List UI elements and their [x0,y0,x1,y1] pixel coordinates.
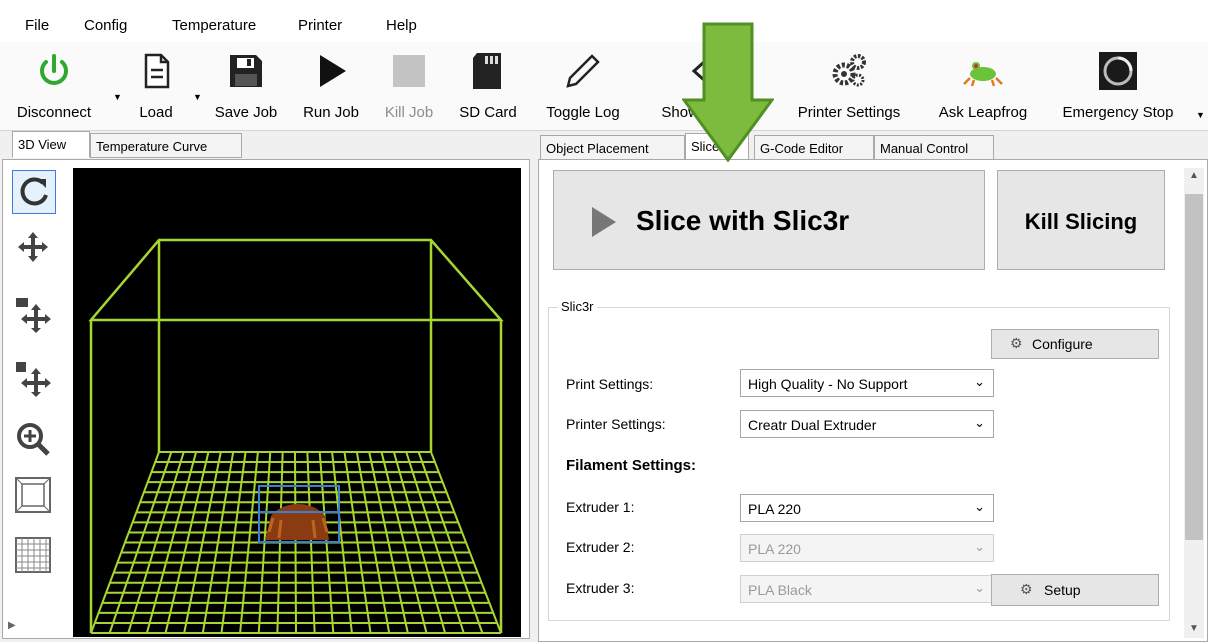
chevron-down-icon: ⌄ [974,374,985,389]
printer-settings-label: Printer Settings: [566,416,666,432]
extruder-1-select[interactable]: PLA 220 ⌄ [740,494,994,522]
disconnect-button[interactable]: Disconnect [4,42,104,130]
tab-3d-view[interactable]: 3D View [12,131,90,158]
scroll-down-icon[interactable]: ▼ [1184,623,1204,634]
move-arrows-icon [18,232,48,262]
menu-temperature[interactable]: Temperature [172,17,256,34]
toolbar: Disconnect ▼ Load ▼ Save Job Run Job Kil… [0,42,1208,131]
menu-config[interactable]: Config [84,17,127,34]
stop-icon [393,55,425,87]
play-icon [320,55,346,87]
zoom-in-icon [17,423,50,456]
load-button[interactable]: Load [120,42,192,130]
gears-icon: ⚙ [1020,581,1033,597]
printer-settings-select[interactable]: Creatr Dual Extruder ⌄ [740,410,994,438]
left-scroll-arrow-icon[interactable]: ▶ [8,620,16,631]
floppy-disk-icon [230,55,262,87]
sd-card-icon [473,53,501,89]
rotate-icon [20,177,48,206]
emergency-stop-button[interactable]: Emergency Stop [1048,42,1188,130]
scrollbar-thumb[interactable] [1185,194,1203,540]
power-icon [40,54,68,85]
gears-icon [832,54,866,87]
print-settings-label: Print Settings: [566,376,654,392]
play-triangle-icon [592,207,616,237]
print-settings-select[interactable]: High Quality - No Support ⌄ [740,369,994,397]
rotate-tool[interactable] [12,170,56,214]
pencil-icon [566,54,600,88]
chevron-down-icon: ⌄ [974,580,985,595]
object-model[interactable] [258,485,340,543]
chevron-down-icon: ⌄ [974,499,985,514]
menu-bar: File Config Temperature Printer Help [0,0,1208,42]
toolbar-overflow-icon[interactable]: ▼ [1196,110,1205,120]
menu-printer[interactable]: Printer [298,17,342,34]
box-view-icon [15,477,51,513]
object-move-icon [16,362,51,397]
run-job-button[interactable]: Run Job [293,42,369,130]
zoom-tool[interactable] [12,418,56,462]
move-object-tool[interactable] [12,356,56,400]
camera-move-icon [16,298,51,333]
frog-icon [963,62,1003,87]
slice-with-slic3r-button[interactable]: Slice with Slic3r [553,170,985,270]
printer-settings-button[interactable]: Printer Settings [785,42,913,130]
tab-manual-control[interactable]: Manual Control [874,135,994,160]
tab-temperature-curve[interactable]: Temperature Curve [90,133,242,158]
chevron-down-icon: ⌄ [974,415,985,430]
configure-button[interactable]: ⚙ Configure [991,329,1159,359]
tab-object-placement[interactable]: Object Placement [540,135,685,160]
top-view-tool[interactable] [12,534,56,578]
emergency-stop-icon [1099,52,1137,90]
move-tool[interactable] [12,226,56,270]
save-job-button[interactable]: Save Job [205,42,287,130]
sd-card-button[interactable]: SD Card [448,42,528,130]
scroll-up-icon[interactable]: ▲ [1184,170,1204,181]
menu-file[interactable]: File [25,17,49,34]
kill-slicing-button[interactable]: Kill Slicing [997,170,1165,270]
extruder-2-select[interactable]: PLA 220 ⌄ [740,534,994,562]
front-view-tool[interactable] [12,474,56,518]
3d-view-canvas[interactable] [73,168,521,637]
toggle-log-button[interactable]: Toggle Log [534,42,632,130]
menu-help[interactable]: Help [386,17,417,34]
move-camera-tool[interactable] [12,292,56,336]
ask-leapfrog-button[interactable]: Ask Leapfrog [922,42,1044,130]
grid-view-icon [15,537,51,573]
gear-icon: ⚙ [1010,335,1023,351]
extruder-1-label: Extruder 1: [566,499,635,515]
green-down-arrow-icon [682,22,774,162]
chevron-down-icon: ⌄ [974,539,985,554]
kill-job-button[interactable]: Kill Job [374,42,444,130]
slicer-scrollbar[interactable]: ▲ ▼ [1184,168,1204,638]
extruder-3-select[interactable]: PLA Black ⌄ [740,575,994,603]
extruder-2-label: Extruder 2: [566,539,635,555]
setup-button[interactable]: ⚙ Setup [991,574,1159,606]
group-title: Slic3r [558,299,597,314]
save-dropdown-icon[interactable]: ▼ [193,92,202,102]
extruder-3-label: Extruder 3: [566,580,635,596]
document-icon [144,53,170,89]
filament-settings-heading: Filament Settings: [566,457,697,474]
